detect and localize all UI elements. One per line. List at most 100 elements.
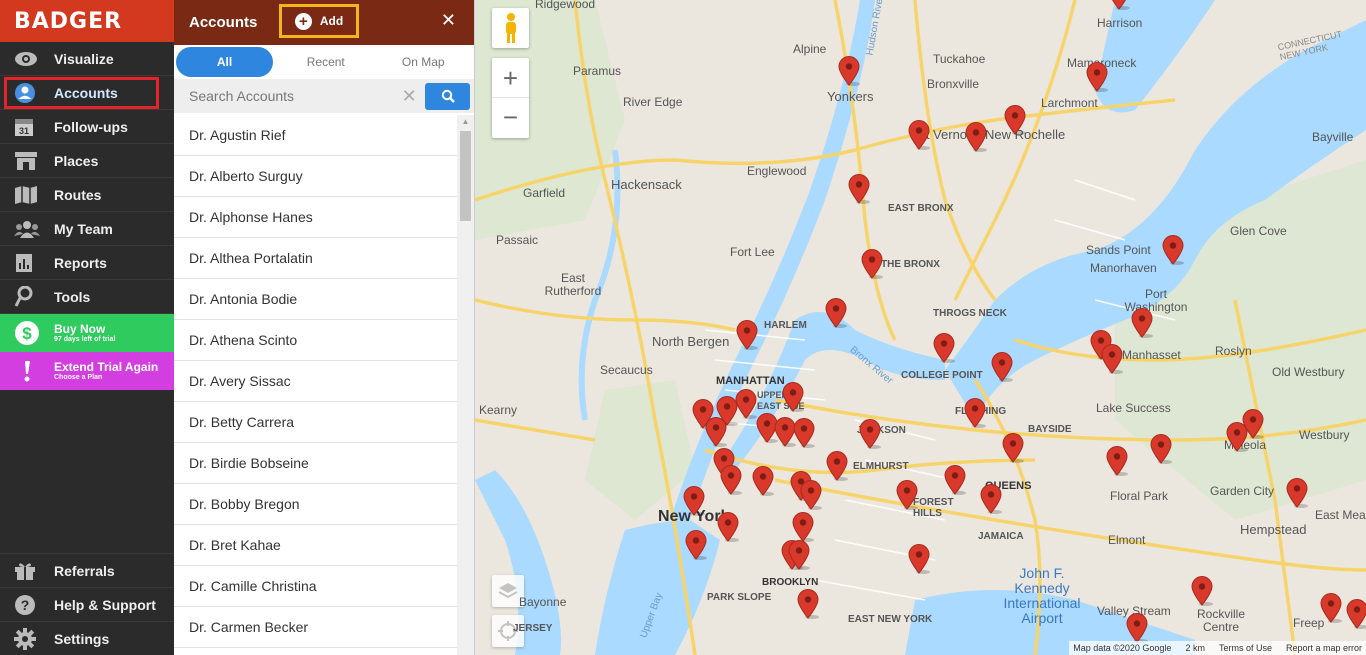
svg-text:?: ?: [21, 597, 30, 613]
account-pin[interactable]: [792, 512, 814, 542]
zoom-out-button[interactable]: −: [492, 98, 529, 138]
list-item[interactable]: Dr. Camille Christina: [174, 566, 457, 607]
account-pin[interactable]: [1101, 344, 1123, 374]
account-pin[interactable]: [1086, 62, 1108, 92]
account-pin[interactable]: [848, 174, 870, 204]
account-pin[interactable]: [800, 480, 822, 510]
account-pin[interactable]: [1191, 576, 1213, 606]
add-account-button[interactable]: + Add: [279, 4, 359, 38]
list-item[interactable]: Dr. Althea Portalatin: [174, 238, 457, 279]
map[interactable]: + − Ridgewood Alpine Paramus River Edge …: [475, 0, 1366, 655]
nav-accounts[interactable]: Accounts: [0, 76, 174, 110]
list-item[interactable]: Dr. Alphonse Hanes: [174, 197, 457, 238]
nav-referrals[interactable]: Referrals: [0, 553, 174, 587]
account-pin[interactable]: [797, 589, 819, 619]
account-pin[interactable]: [1126, 613, 1148, 643]
zoom-in-button[interactable]: +: [492, 58, 529, 98]
account-pin[interactable]: [965, 122, 987, 152]
account-pin[interactable]: [826, 451, 848, 481]
scrollbar[interactable]: ▲: [457, 115, 474, 655]
account-pin[interactable]: [991, 352, 1013, 382]
nav-my-team[interactable]: My Team: [0, 212, 174, 246]
account-pin[interactable]: [1106, 446, 1128, 476]
street-view-pegman[interactable]: [492, 8, 529, 48]
account-pin[interactable]: [683, 486, 705, 516]
account-pin[interactable]: [908, 544, 930, 574]
terms-link[interactable]: Terms of Use: [1219, 643, 1272, 653]
tab-recent[interactable]: Recent: [277, 47, 375, 77]
account-pin[interactable]: [1108, 0, 1130, 10]
account-pin[interactable]: [933, 333, 955, 363]
account-pin[interactable]: [752, 466, 774, 496]
account-pin[interactable]: [859, 419, 881, 449]
tab-all[interactable]: All: [176, 47, 273, 77]
list-item[interactable]: Dr. Bret Kahae: [174, 525, 457, 566]
account-pin[interactable]: [1162, 235, 1184, 265]
logo[interactable]: BADGER: [0, 0, 174, 42]
nav-places[interactable]: Places: [0, 144, 174, 178]
eye-icon: [14, 48, 40, 70]
account-pin[interactable]: [1131, 308, 1153, 338]
nav-follow-ups[interactable]: 31 Follow-ups: [0, 110, 174, 144]
scroll-up-arrow[interactable]: ▲: [457, 115, 474, 129]
account-pin[interactable]: [896, 480, 918, 510]
account-pin[interactable]: [717, 512, 739, 542]
list-item[interactable]: Dr. Birdie Bobseine: [174, 443, 457, 484]
report-error-link[interactable]: Report a map error: [1286, 643, 1362, 653]
account-pin[interactable]: [980, 484, 1002, 514]
nav-label: Follow-ups: [54, 118, 128, 135]
account-pin[interactable]: [782, 382, 804, 412]
account-pin[interactable]: [793, 418, 815, 448]
map-label: Hackensack: [611, 177, 682, 192]
search-row: ✕: [174, 79, 474, 113]
scroll-thumb[interactable]: [460, 131, 471, 221]
list-item[interactable]: Dr. Athena Scinto: [174, 320, 457, 361]
account-pin[interactable]: [964, 398, 986, 428]
account-pin[interactable]: [908, 120, 930, 150]
account-pin[interactable]: [1286, 478, 1308, 508]
account-pin[interactable]: [1346, 599, 1366, 629]
search-button[interactable]: [425, 82, 470, 110]
nav-settings[interactable]: Settings: [0, 621, 174, 655]
account-pin[interactable]: [735, 389, 757, 419]
buy-now-button[interactable]: $ Buy Now 97 days left of trial: [0, 314, 174, 352]
account-pin[interactable]: [1320, 593, 1342, 623]
account-pin[interactable]: [944, 465, 966, 495]
list-item[interactable]: Dr. Agustin Rief: [174, 115, 457, 156]
account-pin[interactable]: [1004, 105, 1026, 135]
list-item[interactable]: Dr. Alberto Surguy: [174, 156, 457, 197]
account-pin[interactable]: [1002, 433, 1024, 463]
nav-tools[interactable]: Tools: [0, 280, 174, 314]
account-pin[interactable]: [788, 540, 810, 570]
nav-help[interactable]: ? Help & Support: [0, 587, 174, 621]
tab-on-map[interactable]: On Map: [375, 47, 473, 77]
account-pin[interactable]: [825, 298, 847, 328]
map-label: EAST BRONX: [888, 203, 954, 214]
account-pin[interactable]: [736, 320, 758, 350]
list-item[interactable]: Dr. Carmen Becker: [174, 607, 457, 648]
account-pin[interactable]: [861, 249, 883, 279]
nav-visualize[interactable]: Visualize: [0, 42, 174, 76]
buy-now-label: Buy Now: [54, 321, 106, 336]
list-item[interactable]: Dr. Betty Carrera: [174, 402, 457, 443]
list-item[interactable]: Dr. Antonia Bodie: [174, 279, 457, 320]
account-pin[interactable]: [1150, 434, 1172, 464]
account-pin[interactable]: [685, 530, 707, 560]
clear-icon[interactable]: ✕: [397, 86, 421, 107]
list-item[interactable]: Dr. Bobby Bregon: [174, 484, 457, 525]
map-label: Port Washington: [1124, 287, 1188, 314]
reports-icon: [14, 252, 40, 274]
map-attribution: Map data ©2020 Google 2 km Terms of Use …: [1069, 641, 1366, 655]
close-icon[interactable]: ✕: [441, 10, 456, 31]
search-input[interactable]: [174, 81, 398, 111]
dollar-icon: $: [14, 320, 40, 346]
account-pin[interactable]: [705, 417, 727, 447]
nav-routes[interactable]: Routes: [0, 178, 174, 212]
nav-reports[interactable]: Reports: [0, 246, 174, 280]
account-pin[interactable]: [838, 56, 860, 86]
map-label: Ridgewood: [535, 0, 596, 11]
list-item[interactable]: Dr. Avery Sissac: [174, 361, 457, 402]
extend-trial-button[interactable]: Extend Trial Again Choose a Plan: [0, 352, 174, 390]
account-pin[interactable]: [1242, 409, 1264, 439]
account-pin[interactable]: [720, 465, 742, 495]
